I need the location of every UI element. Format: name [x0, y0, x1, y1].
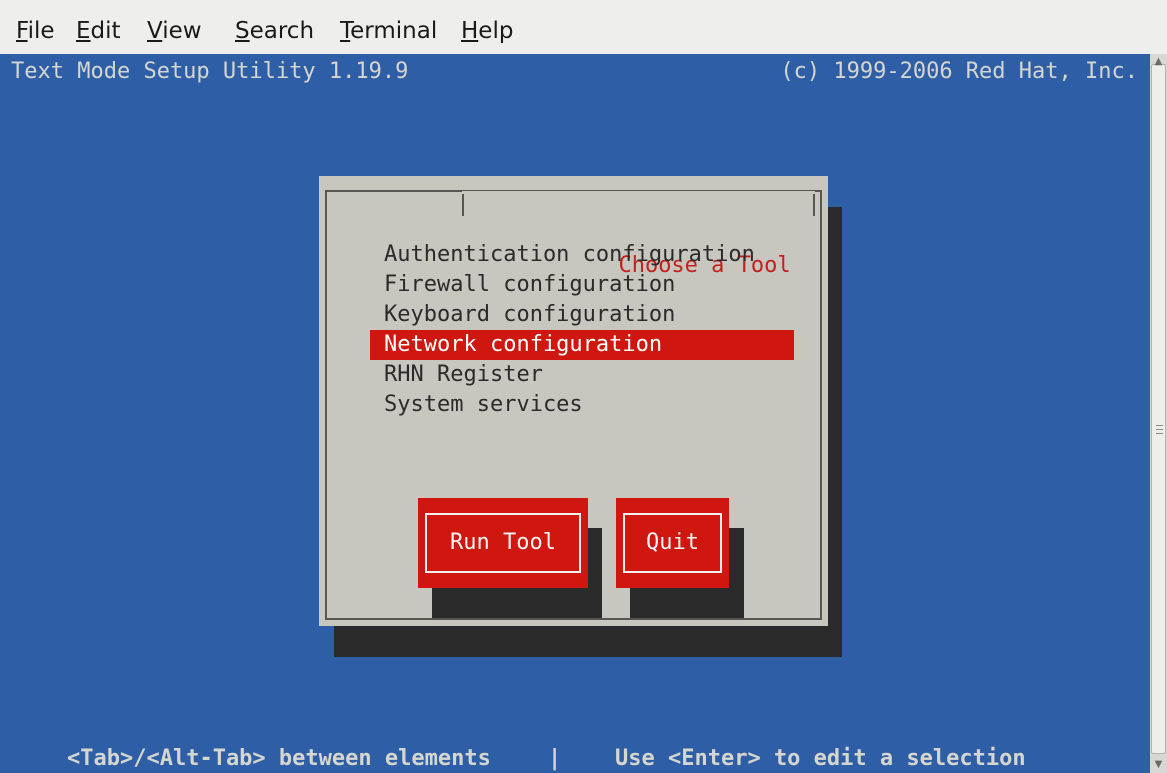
utility-title: Text Mode Setup Utility 1.19.9 — [11, 59, 409, 84]
menu-bar: File Edit View Search Terminal Help — [0, 0, 1167, 55]
tool-network-configuration[interactable]: Network configuration — [370, 330, 794, 360]
status-hint-enter: Use <Enter> to edit a selection — [615, 746, 1026, 771]
copyright-notice: (c) 1999-2006 Red Hat, Inc. — [780, 59, 1138, 84]
vertical-scrollbar[interactable]: ▲ ▼ — [1150, 54, 1167, 773]
grip-icon — [1156, 425, 1163, 434]
run-tool-label: Run Tool — [425, 513, 581, 573]
tool-authentication-configuration[interactable]: Authentication configuration — [370, 240, 794, 270]
menu-edit[interactable]: Edit — [76, 16, 121, 46]
menu-search[interactable]: Search — [235, 16, 314, 46]
tool-keyboard-configuration[interactable]: Keyboard configuration — [370, 300, 794, 330]
dialog-title-box: Choose a Tool — [462, 191, 815, 278]
quit-button[interactable]: Quit — [616, 498, 729, 588]
choose-tool-dialog: Choose a Tool Authentication configurati… — [319, 176, 828, 626]
menu-view[interactable]: View — [147, 16, 202, 46]
title-left-tee — [462, 194, 464, 216]
menu-terminal[interactable]: Terminal — [340, 16, 437, 46]
status-bar: <Tab>/<Alt-Tab> between elements | Use <… — [0, 744, 1150, 773]
scroll-up-arrow-icon[interactable]: ▲ — [1150, 55, 1167, 69]
menu-help[interactable]: Help — [461, 16, 513, 46]
quit-label: Quit — [623, 513, 722, 573]
terminal-window: File Edit View Search Terminal Help Text… — [0, 0, 1167, 773]
status-hint-tab: <Tab>/<Alt-Tab> between elements — [67, 746, 491, 771]
tool-rhn-register[interactable]: RHN Register — [370, 360, 794, 390]
menu-file[interactable]: File — [16, 16, 55, 46]
run-tool-button[interactable]: Run Tool — [418, 498, 588, 588]
title-right-tee — [812, 194, 815, 216]
scrollbar-thumb[interactable] — [1151, 64, 1166, 754]
tool-system-services[interactable]: System services — [370, 390, 794, 420]
scroll-down-arrow-icon[interactable]: ▼ — [1150, 758, 1167, 772]
terminal-screen[interactable]: Text Mode Setup Utility 1.19.9 (c) 1999-… — [0, 54, 1150, 773]
status-separator: | — [548, 746, 562, 771]
tool-firewall-configuration[interactable]: Firewall configuration — [370, 270, 794, 300]
